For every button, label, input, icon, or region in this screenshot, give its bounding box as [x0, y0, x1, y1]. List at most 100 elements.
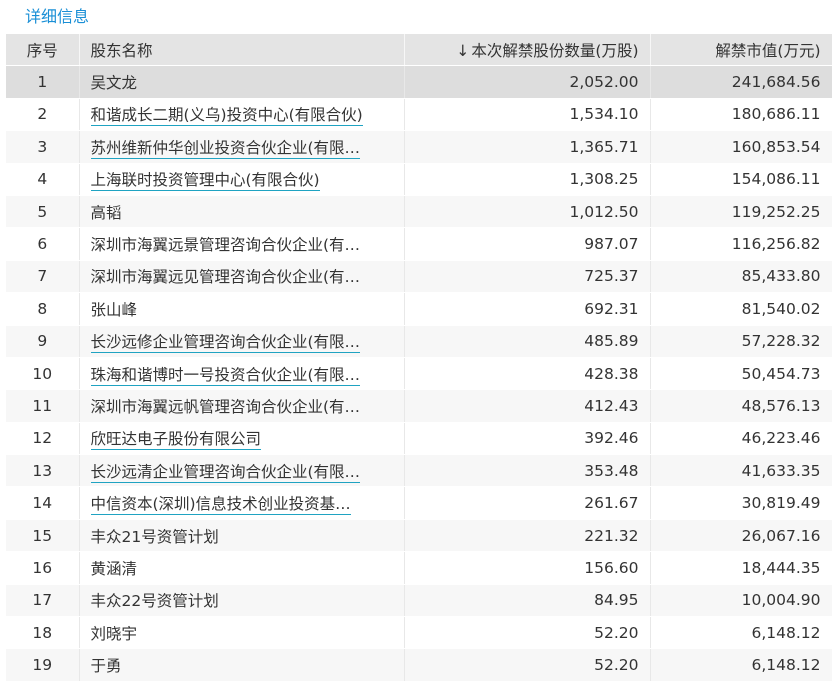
sort-desc-icon: ↓ — [456, 41, 470, 60]
unlock-value-cell: 6,148.12 — [650, 616, 832, 650]
table-row[interactable]: 4 上海联时投资管理中心(有限合伙) 1,308.25 154,086.11 — [6, 163, 832, 196]
holder-name-cell: 上海联时投资管理中心(有限合伙) — [79, 163, 405, 196]
unlock-shares-cell: 987.07 — [404, 227, 651, 261]
unlock-value-cell: 116,256.82 — [650, 227, 832, 261]
unlock-shares-cell: 1,308.25 — [404, 163, 651, 196]
holder-name-cell: 张山峰 — [79, 292, 405, 326]
table-row[interactable]: 17 丰众22号资管计划 84.95 10,004.90 — [6, 584, 832, 618]
unlock-value-cell: 119,252.25 — [650, 195, 832, 229]
unlock-shares-cell: 52.20 — [404, 616, 651, 650]
unlock-shares-cell: 2,052.00 — [404, 65, 651, 99]
table-row[interactable]: 12 欣旺达电子股份有限公司 392.46 46,223.46 — [6, 422, 832, 456]
row-index: 11 — [6, 389, 80, 423]
unlock-value-cell: 180,686.11 — [650, 98, 832, 132]
holder-name-cell: 黄涵清 — [79, 551, 405, 585]
header-index[interactable]: 序号 — [6, 34, 80, 67]
table-row[interactable]: 14 中信资本(深圳)信息技术创业投资基… 261.67 30,819.49 — [6, 486, 832, 520]
table-row[interactable]: 3 苏州维新仲华创业投资合伙企业(有限… 1,365.71 160,853.54 — [6, 130, 832, 164]
row-index: 8 — [6, 292, 80, 326]
unlock-value-cell: 30,819.49 — [650, 486, 832, 520]
table-body: 1 吴文龙 2,052.00 241,684.56 2 和谐成长二期(义乌)投资中心(有限… — [6, 65, 832, 682]
unlock-value-cell: 85,433.80 — [650, 260, 832, 294]
table-row[interactable]: 15 丰众21号资管计划 221.32 26,067.16 — [6, 519, 832, 553]
table-row[interactable]: 6 深圳市海翼远景管理咨询合伙企业(有… 987.07 116,256.82 — [6, 227, 832, 261]
row-index: 19 — [6, 648, 80, 682]
holder-name: 深圳市海翼远见管理咨询合伙企业(有… — [90, 268, 361, 287]
row-index: 18 — [6, 616, 80, 650]
holder-name-cell: 刘晓宇 — [79, 616, 405, 650]
holder-name-link[interactable]: 上海联时投资管理中心(有限合伙) — [90, 171, 320, 192]
holder-name: 黄涵清 — [90, 559, 138, 578]
unlock-shares-cell: 412.43 — [404, 389, 651, 423]
holder-name-cell: 丰众22号资管计划 — [79, 584, 405, 618]
header-unlock-shares[interactable]: ↓ 本次解禁股份数量(万股) — [404, 34, 651, 67]
table-row[interactable]: 9 长沙远修企业管理咨询合伙企业(有限… 485.89 57,228.32 — [6, 325, 832, 358]
table-row[interactable]: 7 深圳市海翼远见管理咨询合伙企业(有… 725.37 85,433.80 — [6, 260, 832, 294]
table-row[interactable]: 5 高韬 1,012.50 119,252.25 — [6, 195, 832, 229]
holder-name-cell: 高韬 — [79, 195, 405, 229]
holder-name-link[interactable]: 苏州维新仲华创业投资合伙企业(有限… — [90, 138, 361, 159]
holder-name: 刘晓宇 — [90, 624, 138, 643]
unlock-shares-cell: 428.38 — [404, 357, 651, 391]
holder-name-cell: 和谐成长二期(义乌)投资中心(有限合伙) — [79, 98, 405, 132]
holder-name: 吴文龙 — [90, 74, 138, 93]
unlock-value-cell: 18,444.35 — [650, 551, 832, 585]
holder-name-cell: 丰众21号资管计划 — [79, 519, 405, 553]
unlock-shares-cell: 221.32 — [404, 519, 651, 553]
holder-name-cell: 长沙远清企业管理咨询合伙企业(有限… — [79, 454, 405, 488]
holder-name-cell: 珠海和谐博时一号投资合伙企业(有限… — [79, 357, 405, 391]
holder-name-link[interactable]: 和谐成长二期(义乌)投资中心(有限合伙) — [90, 106, 363, 127]
unlock-shares-cell: 1,534.10 — [404, 98, 651, 132]
row-index: 12 — [6, 422, 80, 456]
holder-name-link[interactable]: 长沙远清企业管理咨询合伙企业(有限… — [90, 462, 361, 483]
table-row[interactable]: 19 于勇 52.20 6,148.12 — [6, 648, 832, 682]
row-index: 17 — [6, 584, 80, 618]
holder-name-cell: 中信资本(深圳)信息技术创业投资基… — [79, 486, 405, 520]
holder-name-link[interactable]: 珠海和谐博时一号投资合伙企业(有限… — [90, 365, 361, 386]
row-index: 4 — [6, 163, 80, 196]
unlock-value-cell: 154,086.11 — [650, 163, 832, 196]
header-unlock-value[interactable]: 解禁市值(万元) — [650, 34, 832, 67]
row-index: 16 — [6, 551, 80, 585]
holder-name: 丰众21号资管计划 — [90, 527, 219, 546]
unlock-value-cell: 57,228.32 — [650, 325, 832, 358]
holder-name-link[interactable]: 中信资本(深圳)信息技术创业投资基… — [90, 495, 351, 516]
table-row[interactable]: 10 珠海和谐博时一号投资合伙企业(有限… 428.38 50,454.73 — [6, 357, 832, 391]
header-unlock-shares-label: 本次解禁股份数量(万股) — [471, 41, 639, 60]
unlock-shares-cell: 1,365.71 — [404, 130, 651, 164]
holder-name-link[interactable]: 欣旺达电子股份有限公司 — [90, 430, 262, 451]
row-index: 6 — [6, 227, 80, 261]
table-row[interactable]: 13 长沙远清企业管理咨询合伙企业(有限… 353.48 41,633.35 — [6, 454, 832, 488]
unlock-value-cell: 160,853.54 — [650, 130, 832, 164]
unlock-value-cell: 41,633.35 — [650, 454, 832, 488]
row-index: 10 — [6, 357, 80, 391]
row-index: 15 — [6, 519, 80, 553]
holder-name-cell: 长沙远修企业管理咨询合伙企业(有限… — [79, 325, 405, 358]
holder-name-cell: 深圳市海翼远帆管理咨询合伙企业(有… — [79, 389, 405, 423]
unlock-value-cell: 10,004.90 — [650, 584, 832, 618]
unlock-value-cell: 46,223.46 — [650, 422, 832, 456]
unlock-shares-cell: 1,012.50 — [404, 195, 651, 229]
table-row[interactable]: 8 张山峰 692.31 81,540.02 — [6, 292, 832, 326]
unlock-shares-cell: 392.46 — [404, 422, 651, 456]
row-index: 13 — [6, 454, 80, 488]
holder-name-cell: 欣旺达电子股份有限公司 — [79, 422, 405, 456]
table-row[interactable]: 16 黄涵清 156.60 18,444.35 — [6, 551, 832, 585]
unlock-value-cell: 26,067.16 — [650, 519, 832, 553]
holder-name: 丰众22号资管计划 — [90, 592, 219, 611]
row-index: 5 — [6, 195, 80, 229]
row-index: 2 — [6, 98, 80, 132]
table-row[interactable]: 11 深圳市海翼远帆管理咨询合伙企业(有… 412.43 48,576.13 — [6, 389, 832, 423]
unlock-shares-cell: 353.48 — [404, 454, 651, 488]
holder-name-cell: 于勇 — [79, 648, 405, 682]
holder-name-link[interactable]: 长沙远修企业管理咨询合伙企业(有限… — [90, 333, 361, 354]
table-row[interactable]: 2 和谐成长二期(义乌)投资中心(有限合伙) 1,534.10 180,686.11 — [6, 98, 832, 132]
unlock-value-cell: 6,148.12 — [650, 648, 832, 682]
holder-name: 深圳市海翼远景管理咨询合伙企业(有… — [90, 236, 361, 255]
section-title: 详细信息 — [25, 7, 90, 26]
table-row[interactable]: 18 刘晓宇 52.20 6,148.12 — [6, 616, 832, 650]
header-holder-name[interactable]: 股东名称 — [79, 34, 405, 67]
unlock-shares-cell: 725.37 — [404, 260, 651, 294]
table-row[interactable]: 1 吴文龙 2,052.00 241,684.56 — [6, 65, 832, 99]
unlock-shares-cell: 84.95 — [404, 584, 651, 618]
